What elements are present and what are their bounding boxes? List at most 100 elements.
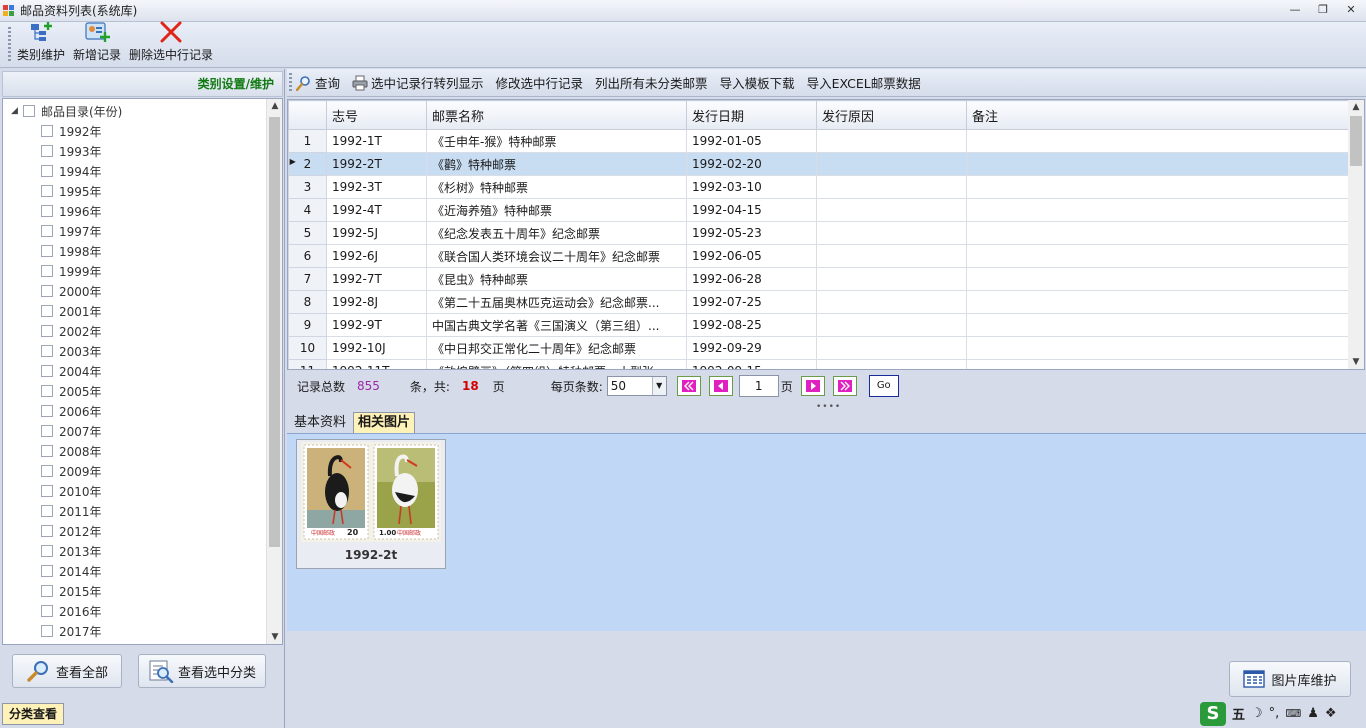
tree-item-checkbox[interactable] [41,565,53,577]
tree-item-checkbox[interactable] [41,305,53,317]
table-row[interactable]: 3 1992-3T 《杉树》特种邮票 1992-03-10 [288,175,1351,199]
tab-related-images[interactable]: 相关图片 [353,412,416,434]
tree-item-checkbox[interactable] [41,125,53,137]
tree-item-checkbox[interactable] [41,625,53,637]
table-row[interactable]: 8 1992-8J 《第二十五届奥林匹克运动会》纪念邮票... 1992-07-25 [288,290,1351,314]
cell-remark[interactable] [966,267,1351,291]
cell-date[interactable]: 1992-06-05 [686,244,817,268]
cell-reason[interactable] [816,244,967,268]
tree-item-year[interactable]: 2013年 [41,541,102,561]
cell-reason[interactable] [816,290,967,314]
stamp-thumbnail[interactable]: 中国邮政 20 1.00 中国邮政 1992-2t [296,439,446,569]
table-row[interactable]: 7 1992-7T 《昆虫》特种邮票 1992-06-28 [288,267,1351,291]
cell-remark[interactable] [966,313,1351,337]
cell-remark[interactable] [966,221,1351,245]
tree-item-checkbox[interactable] [41,225,53,237]
cell-name[interactable]: 《第二十五届奥林匹克运动会》纪念邮票... [426,290,687,314]
row-number-cell[interactable]: 4 [288,198,327,222]
cell-remark[interactable] [966,359,1351,369]
grid-scroll-thumb[interactable] [1350,116,1362,166]
tree-root-checkbox[interactable] [23,105,35,117]
table-row[interactable]: 111992-11T《敦煌壁画》（第四组）特种邮票、小型张1992-09-15 [288,359,1351,369]
row-number-cell[interactable]: 7 [288,267,327,291]
tree-item-checkbox[interactable] [41,285,53,297]
keyboard-icon[interactable]: ⌨ [1285,707,1301,720]
tree-item-checkbox[interactable] [41,505,53,517]
view-all-button[interactable]: 查看全部 [12,654,122,688]
tree-item-year[interactable]: 2005年 [41,381,102,401]
tree-item-year[interactable]: 2007年 [41,421,102,441]
grid-scroll-up-icon[interactable]: ▲ [1348,102,1364,112]
cell-code[interactable]: 1992-10J [326,336,427,360]
tree-item-year[interactable]: 2009年 [41,461,102,481]
tree-item-year[interactable]: 1998年 [41,241,102,261]
tab-category-view[interactable]: 分类查看 [2,703,64,725]
column-header-name[interactable]: 邮票名称 [426,100,687,130]
cell-remark[interactable] [966,175,1351,199]
row-number-cell[interactable]: 9 [288,313,327,337]
user-icon[interactable]: ♟ [1307,706,1319,721]
row-number-cell[interactable]: ▶ 2 [288,152,327,176]
per-page-select[interactable]: 50 ▼ [606,376,667,396]
table-row[interactable]: 1 1992-1T 《壬申年-猴》特种邮票 1992-01-05 [288,129,1351,153]
cell-reason[interactable] [816,129,967,153]
tree-item-checkbox[interactable] [41,265,53,277]
tree-item-year[interactable]: 2011年 [41,501,102,521]
cell-code[interactable]: 1992-4T [326,198,427,222]
tree-item-checkbox[interactable] [41,205,53,217]
tree-item-checkbox[interactable] [41,145,53,157]
cell-date[interactable]: 1992-09-29 [686,336,817,360]
cell-remark[interactable] [966,129,1351,153]
cell-reason[interactable] [816,152,967,176]
cell-reason[interactable] [816,313,967,337]
cell-code[interactable]: 1992-5J [326,221,427,245]
cell-name[interactable]: 《纪念发表五十周年》纪念邮票 [426,221,687,245]
category-maintain-button[interactable]: 类别维护 [17,21,65,67]
cell-remark[interactable] [966,290,1351,314]
sogou-logo-icon[interactable]: S [1200,701,1226,726]
tree-item-year[interactable]: 1992年 [41,121,102,141]
dropdown-arrow-icon[interactable]: ▼ [651,377,666,395]
delete-selected-button[interactable]: 删除选中行记录 [129,21,213,67]
page-number-input[interactable]: 1 [738,375,779,397]
cell-remark[interactable] [966,198,1351,222]
image-library-button[interactable]: 图片库维护 [1229,661,1351,697]
minimize-button[interactable]: — [1288,3,1302,16]
row-number-cell[interactable]: 1 [288,129,327,153]
tree-item-year[interactable]: 2003年 [41,341,102,361]
restore-button[interactable]: ❐ [1316,3,1330,16]
row-number-cell[interactable]: 3 [288,175,327,199]
cell-code[interactable]: 1992-2T [326,152,427,176]
cell-name[interactable]: 《鹳》特种邮票 [426,152,687,176]
tree-item-checkbox[interactable] [41,425,53,437]
tree-item-checkbox[interactable] [41,525,53,537]
tree-item-checkbox[interactable] [41,185,53,197]
import-excel-button[interactable]: 导入EXCEL邮票数据 [807,73,921,92]
tree-item-year[interactable]: 2017年 [41,621,102,641]
cell-reason[interactable] [816,221,967,245]
tree-scrollbar[interactable]: ▲ ▼ [266,99,282,644]
tree-item-checkbox[interactable] [41,325,53,337]
first-page-button[interactable] [676,376,701,396]
tab-basic-info[interactable]: 基本资料 [289,412,351,434]
tree-item-checkbox[interactable] [41,585,53,597]
grid-scrollbar[interactable]: ▲ ▼ [1348,100,1364,369]
tree-item-year[interactable]: 1997年 [41,221,102,241]
tree-item-year[interactable]: 2012年 [41,521,102,541]
punctuation-icon[interactable]: °, [1269,706,1280,721]
tree-item-year[interactable]: 2002年 [41,321,102,341]
cell-date[interactable]: 1992-07-25 [686,290,817,314]
table-row[interactable]: 5 1992-5J 《纪念发表五十周年》纪念邮票 1992-05-23 [288,221,1351,245]
cell-code[interactable]: 1992-7T [326,267,427,291]
scroll-up-icon[interactable]: ▲ [267,101,282,111]
tree-item-year[interactable]: 1995年 [41,181,102,201]
cell-code[interactable]: 1992-11T [326,359,427,369]
tree-item-year[interactable]: 1996年 [41,201,102,221]
go-button[interactable]: Go [868,375,899,397]
ime-mode-label[interactable]: 五 [1232,704,1245,723]
tree-item-checkbox[interactable] [41,445,53,457]
cell-date[interactable]: 1992-03-10 [686,175,817,199]
tree-item-year[interactable]: 2008年 [41,441,102,461]
row-number-cell[interactable]: 8 [288,290,327,314]
cell-remark[interactable] [966,152,1351,176]
